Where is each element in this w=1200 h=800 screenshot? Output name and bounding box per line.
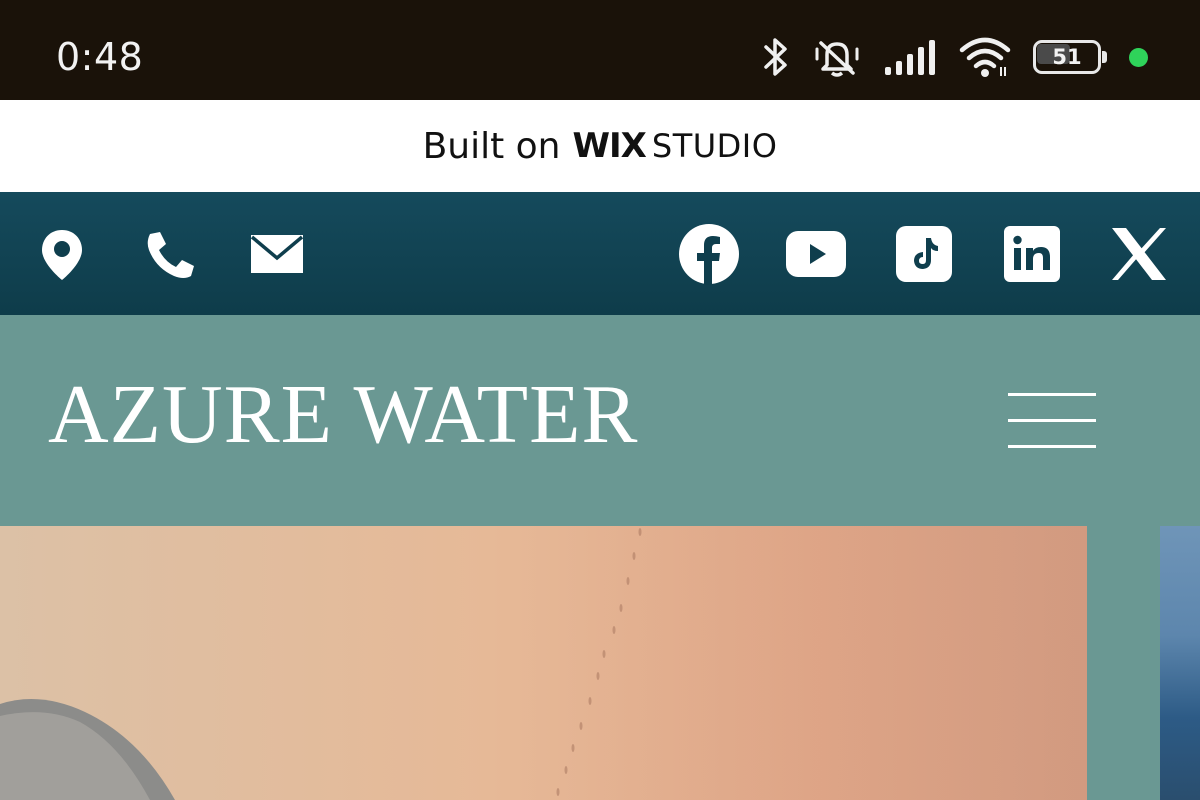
wix-logo: WIX	[572, 126, 647, 166]
wifi-icon	[959, 37, 1011, 77]
built-on-text: Built on	[422, 125, 561, 167]
mute-icon	[815, 41, 859, 77]
phone-icon[interactable]	[144, 230, 196, 280]
hamburger-menu-icon[interactable]	[1008, 393, 1096, 453]
status-icons: 51	[761, 34, 1148, 80]
site-header: AZURE WATER	[0, 315, 1200, 526]
hero-side-image	[1160, 526, 1200, 800]
status-bar: 0:48 51	[0, 0, 1200, 100]
linkedin-icon[interactable]	[1004, 226, 1060, 282]
contact-social-bar	[0, 192, 1200, 315]
wix-studio-banner[interactable]: Built on WIX STUDIO	[0, 100, 1200, 192]
site-title[interactable]: AZURE WATER	[48, 373, 638, 457]
x-icon[interactable]	[1110, 226, 1168, 282]
bluetooth-icon	[764, 38, 787, 76]
facebook-icon[interactable]	[678, 223, 740, 285]
email-icon[interactable]	[249, 232, 305, 276]
battery-icon: 51	[1033, 40, 1107, 74]
tiktok-icon[interactable]	[896, 226, 952, 282]
status-time: 0:48	[56, 35, 144, 79]
signal-icon	[885, 40, 935, 75]
battery-level: 51	[1052, 45, 1082, 69]
desert-footprints	[0, 528, 642, 800]
location-icon[interactable]	[40, 228, 84, 282]
youtube-icon[interactable]	[785, 230, 847, 278]
studio-text: STUDIO	[651, 127, 778, 165]
green-dot-indicator	[1129, 47, 1148, 67]
hero-image	[0, 526, 1087, 800]
